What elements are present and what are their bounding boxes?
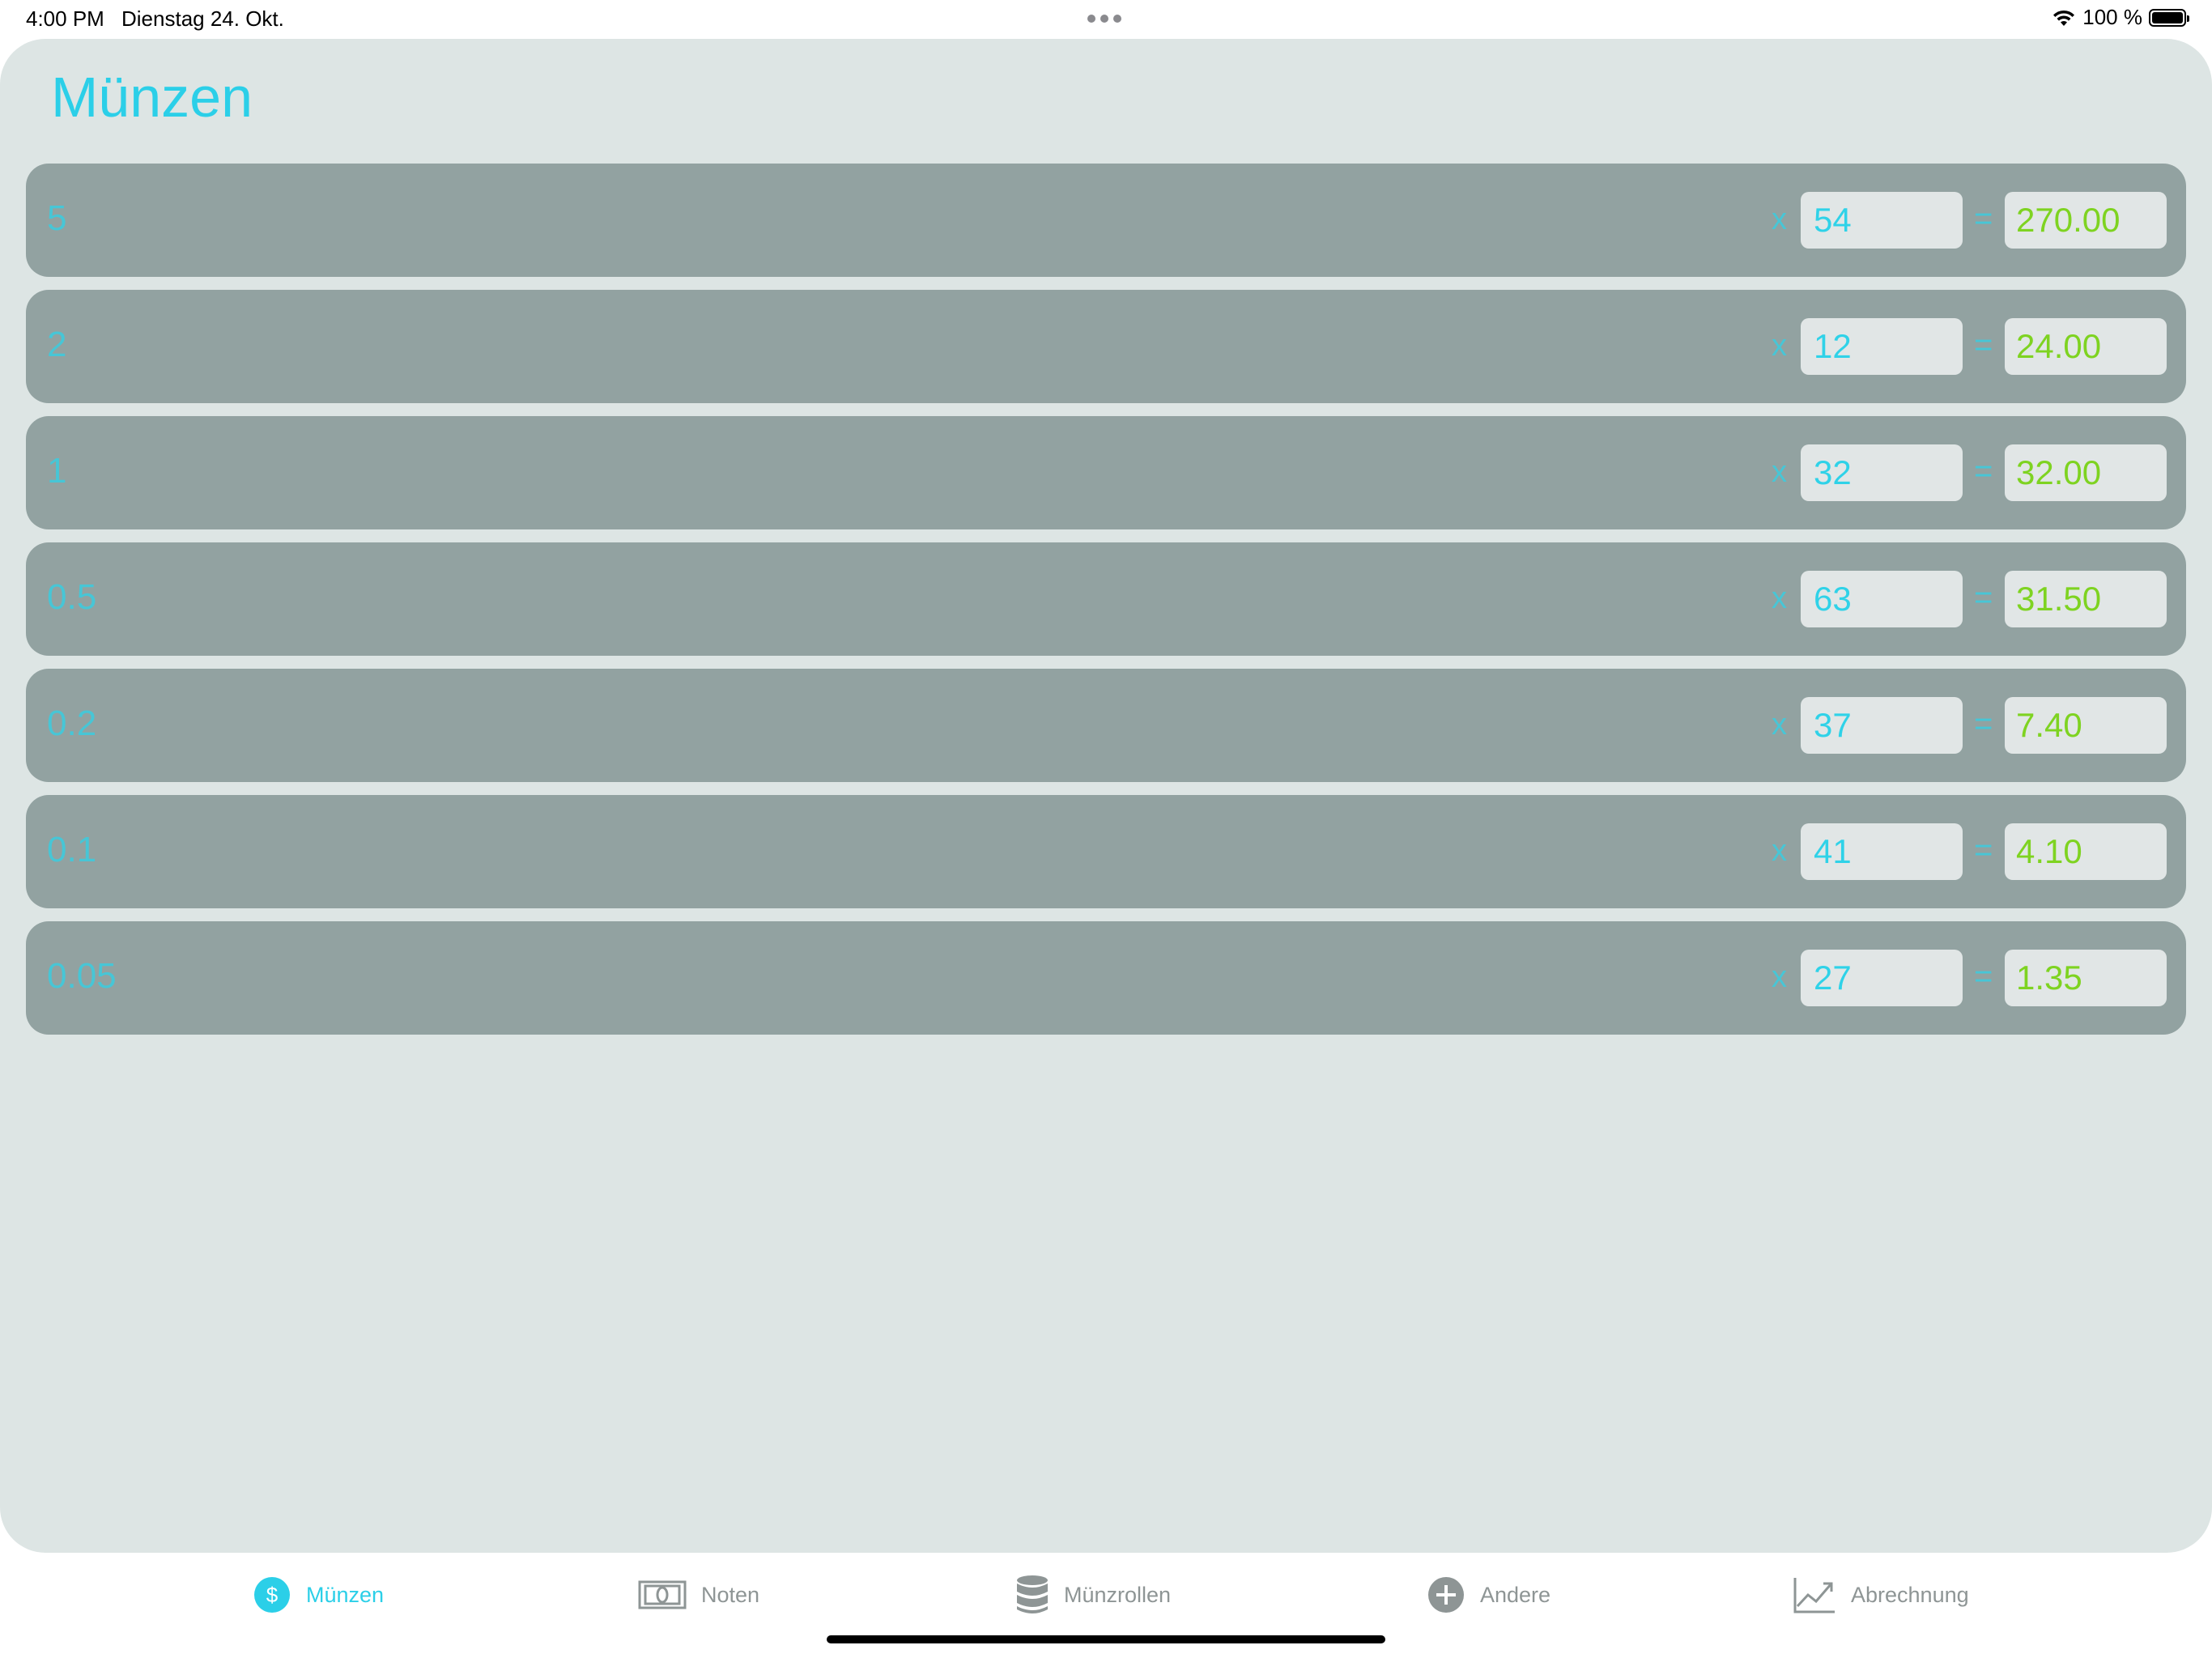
multiply-sign: x: [1772, 581, 1787, 615]
wifi-icon: [2053, 10, 2075, 26]
main-panel: Münzen 5 x 54 = 270.00 2 x 12 = 24.00 1 …: [0, 39, 2212, 1553]
coin-row: 5 x 54 = 270.00: [26, 164, 2186, 277]
status-indicators: 100 %: [2052, 5, 2189, 30]
tab-label: Noten: [701, 1582, 760, 1607]
quantity-input[interactable]: 41: [1801, 823, 1963, 880]
equals-sign: =: [1974, 706, 1993, 742]
multiply-sign: x: [1772, 455, 1787, 489]
equals-sign: =: [1974, 580, 1993, 615]
battery-percentage: 100 %: [2082, 5, 2142, 29]
tab-label: Münzrollen: [1064, 1582, 1172, 1607]
coin-denomination: 5: [47, 198, 67, 238]
multiply-sign: x: [1772, 960, 1787, 994]
banknote-icon: [638, 1580, 687, 1609]
plus-circle-icon: [1428, 1577, 1464, 1613]
multiply-sign: x: [1772, 329, 1787, 363]
coin-row: 0.05 x 27 = 1.35: [26, 921, 2186, 1035]
coin-denomination: 0.1: [47, 830, 97, 869]
coin-denomination: 2: [47, 325, 67, 364]
tab-muenzrollen[interactable]: Münzrollen: [1015, 1572, 1171, 1618]
equals-sign: =: [1974, 453, 1993, 489]
total-field: 24.00: [2005, 318, 2167, 375]
equals-sign: =: [1974, 201, 1993, 236]
tab-muenzen[interactable]: $ Münzen: [253, 1572, 384, 1618]
coin-list: 5 x 54 = 270.00 2 x 12 = 24.00 1 x 32 = …: [26, 164, 2186, 1048]
tab-label: Andere: [1480, 1582, 1551, 1607]
coin-row: 0.5 x 63 = 31.50: [26, 542, 2186, 656]
total-field: 32.00: [2005, 444, 2167, 501]
coin-row: 0.2 x 37 = 7.40: [26, 669, 2186, 782]
total-field: 1.35: [2005, 950, 2167, 1006]
coin-stack-icon: [1017, 1575, 1048, 1613]
quantity-input[interactable]: 12: [1801, 318, 1963, 375]
multiply-sign: x: [1772, 202, 1787, 236]
battery-icon: [2149, 8, 2189, 27]
multitasking-dots-icon[interactable]: [1087, 15, 1121, 23]
equals-sign: =: [1974, 832, 1993, 868]
quantity-input[interactable]: 32: [1801, 444, 1963, 501]
status-date: Dienstag 24. Okt.: [121, 6, 284, 31]
tab-bar: $ Münzen Noten Münzrollen Andere Abrechn…: [0, 1553, 2212, 1658]
svg-text:$: $: [266, 1583, 279, 1607]
multiply-sign: x: [1772, 708, 1787, 742]
equals-sign: =: [1974, 959, 1993, 994]
multiply-sign: x: [1772, 834, 1787, 868]
quantity-input[interactable]: 27: [1801, 950, 1963, 1006]
coin-denomination: 0.05: [47, 956, 117, 996]
coin-denomination: 1: [47, 451, 67, 491]
tab-andere[interactable]: Andere: [1427, 1572, 1551, 1618]
home-indicator[interactable]: [827, 1635, 1385, 1643]
equals-sign: =: [1974, 327, 1993, 363]
quantity-input[interactable]: 37: [1801, 697, 1963, 754]
quantity-input[interactable]: 54: [1801, 192, 1963, 249]
dollar-circle-icon: $: [254, 1577, 290, 1613]
coin-row: 0.1 x 41 = 4.10: [26, 795, 2186, 908]
tab-noten[interactable]: Noten: [638, 1572, 759, 1618]
tab-label: Münzen: [306, 1582, 385, 1607]
page-title: Münzen: [51, 66, 253, 129]
chart-line-icon: [1793, 1578, 1835, 1613]
total-field: 31.50: [2005, 571, 2167, 627]
coin-row: 2 x 12 = 24.00: [26, 290, 2186, 403]
quantity-input[interactable]: 63: [1801, 571, 1963, 627]
status-bar: 4:00 PM Dienstag 24. Okt. 100 %: [0, 0, 2212, 39]
total-field: 7.40: [2005, 697, 2167, 754]
tab-label: Abrechnung: [1851, 1582, 1969, 1607]
total-field: 270.00: [2005, 192, 2167, 249]
coin-row: 1 x 32 = 32.00: [26, 416, 2186, 529]
total-field: 4.10: [2005, 823, 2167, 880]
coin-denomination: 0.5: [47, 577, 97, 617]
status-time: 4:00 PM: [26, 6, 104, 31]
coin-denomination: 0.2: [47, 704, 97, 743]
app-screen: 4:00 PM Dienstag 24. Okt. 100 % Münzen 5: [0, 0, 2212, 1658]
tab-abrechnung[interactable]: Abrechnung: [1793, 1572, 1969, 1618]
